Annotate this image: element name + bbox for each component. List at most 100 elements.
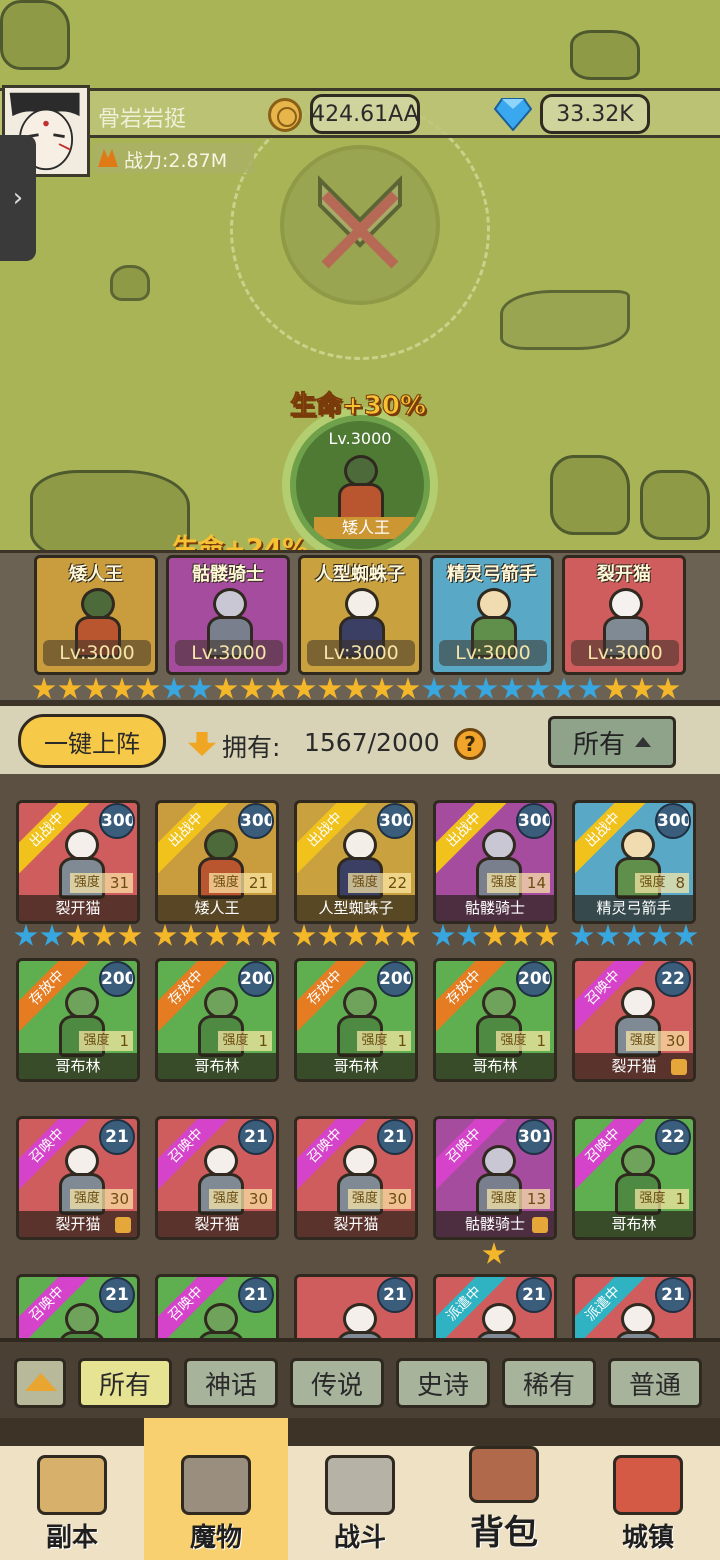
- lineup-slot[interactable]: 矮人王 Lv:3000: [34, 555, 158, 675]
- filter-dropdown[interactable]: 所有: [548, 716, 676, 768]
- star-icon: [509, 924, 533, 946]
- collapse-up-icon[interactable]: [14, 1358, 66, 1408]
- side-drawer-toggle[interactable]: ›: [0, 135, 36, 261]
- bottom-nav: 副本 魔物 战斗 背包 城镇: [0, 1418, 720, 1560]
- level-badge: 2001: [99, 961, 135, 997]
- strength-tag: 强度 30: [208, 1189, 272, 1209]
- featured-monster-portrait: Lv.3000 矮人王: [290, 415, 430, 555]
- star-icon: [535, 924, 559, 946]
- monster-card[interactable]: 召唤中 22 强度 1 哥布林: [572, 1116, 696, 1240]
- nav-backpack[interactable]: 背包: [432, 1446, 576, 1560]
- level-badge: 21: [238, 1119, 274, 1155]
- tab-common[interactable]: 普通: [608, 1358, 702, 1408]
- monster-figure: [329, 1303, 391, 1338]
- nav-label: 战斗: [333, 1523, 386, 1553]
- star-icon: [153, 924, 177, 946]
- tab-mythic[interactable]: 神话: [184, 1358, 278, 1408]
- strength-tag: 强度 13: [486, 1189, 550, 1209]
- monster-grid[interactable]: 出战中3000强度31裂开猫出战中3000强度21矮人王出战中3000强度22人…: [0, 774, 720, 1338]
- monster-card[interactable]: 召唤中 22 强度 30 裂开猫: [572, 958, 696, 1082]
- strength-label: 强度: [83, 1033, 110, 1048]
- monster-card[interactable]: 召唤中 21 强度 30 裂开猫: [294, 1116, 418, 1240]
- player-header: 骨岩岩挺 424.61AA 33.32K 战力:2.87M: [0, 85, 720, 177]
- arrow-down-icon: [188, 732, 216, 756]
- star-icon: [162, 677, 186, 699]
- auto-deploy-button[interactable]: 一键上阵: [18, 714, 166, 768]
- monster-card[interactable]: 存放中2001强度1哥布林: [155, 958, 279, 1082]
- star-icon: [40, 924, 64, 946]
- strength-tag: 强度 30: [347, 1189, 411, 1209]
- slot-level: Lv:3000: [43, 640, 151, 666]
- monster-card[interactable]: 召唤中 21: [155, 1274, 279, 1338]
- featured-name: 矮人王: [314, 517, 418, 539]
- strength-value: 30: [109, 1190, 129, 1208]
- gold-coin-icon: [268, 98, 302, 132]
- monster-card[interactable]: 召唤中 21: [16, 1274, 140, 1338]
- monster-card[interactable]: 召唤中 21 强度 30 裂开猫: [155, 1116, 279, 1240]
- nav-dungeon[interactable]: 副本: [0, 1446, 144, 1560]
- star-icon: [231, 924, 255, 946]
- nav-label: 背包: [470, 1513, 538, 1553]
- strength-label: 强度: [73, 875, 100, 890]
- star-icon: [448, 677, 472, 699]
- star-icon: [656, 677, 680, 699]
- strength-value: 14: [526, 874, 546, 892]
- lineup-slot[interactable]: 人型蜘蛛子 Lv:3000: [298, 555, 422, 675]
- tab-legendary[interactable]: 传说: [290, 1358, 384, 1408]
- tab-epic[interactable]: 史诗: [396, 1358, 490, 1408]
- star-icon: [474, 677, 498, 699]
- star-icon: [500, 677, 524, 699]
- tab-rare[interactable]: 稀有: [502, 1358, 596, 1408]
- help-icon[interactable]: ?: [454, 728, 486, 760]
- monster-card[interactable]: 存放中2001强度1哥布林: [294, 958, 418, 1082]
- strength-label: 强度: [351, 1191, 378, 1206]
- monster-figure: [607, 1303, 669, 1338]
- level-badge: 2001: [238, 961, 274, 997]
- lineup-slot[interactable]: 骷髅骑士 Lv:3000: [166, 555, 290, 675]
- strength-value: 1: [397, 1032, 407, 1050]
- monster-card[interactable]: 召唤中 301 强度 13 骷髅骑士: [433, 1116, 557, 1240]
- monster-card[interactable]: 出战中3000强度31裂开猫: [16, 800, 140, 924]
- strength-tag: 强度 14: [486, 873, 550, 893]
- map-rock: [30, 470, 190, 560]
- strength-label: 强度: [629, 1033, 656, 1048]
- nav-town[interactable]: 城镇: [576, 1446, 720, 1560]
- monster-card[interactable]: 派遣中 21: [433, 1274, 557, 1338]
- star-icon: [630, 677, 654, 699]
- lineup-slot[interactable]: 裂开猫 Lv:3000: [562, 555, 686, 675]
- figure-body: [476, 1331, 522, 1338]
- nav-monsters[interactable]: 魔物: [144, 1418, 288, 1560]
- level-badge: 301: [516, 1119, 552, 1155]
- monster-card[interactable]: 21: [294, 1274, 418, 1338]
- monster-card[interactable]: 存放中2001强度1哥布林: [16, 958, 140, 1082]
- star-icon: [84, 677, 108, 699]
- star-icon: [596, 924, 620, 946]
- figure-body: [59, 1331, 105, 1338]
- monster-card[interactable]: 出战中3000强度21矮人王: [155, 800, 279, 924]
- strength-label: 强度: [222, 1033, 249, 1048]
- star-icon: [370, 924, 394, 946]
- monster-card[interactable]: 出战中3000强度14骷髅骑士: [433, 800, 557, 924]
- strength-value: 21: [248, 874, 268, 892]
- monster-card[interactable]: 出战中3000强度8精灵弓箭手: [572, 800, 696, 924]
- monster-card[interactable]: 召唤中 21 强度 30 裂开猫: [16, 1116, 140, 1240]
- monster-card[interactable]: 存放中2001强度1哥布林: [433, 958, 557, 1082]
- star-icon: [396, 924, 420, 946]
- star-icon: [179, 924, 203, 946]
- strength-tag: 强度 22: [347, 873, 411, 893]
- monster-helmet-icon: [181, 1455, 251, 1515]
- tab-all[interactable]: 所有: [78, 1358, 172, 1408]
- card-name: 人型蜘蛛子: [297, 895, 415, 921]
- lineup-slot[interactable]: 精灵弓箭手 Lv:3000: [430, 555, 554, 675]
- slot-name: 人型蜘蛛子: [315, 564, 405, 585]
- slot-name: 裂开猫: [597, 564, 651, 585]
- strength-tag: 强度 1: [357, 1031, 411, 1051]
- monster-card[interactable]: 出战中3000强度22人型蜘蛛子: [294, 800, 418, 924]
- lineup-stars: [32, 677, 680, 701]
- strength-value: 30: [665, 1032, 685, 1050]
- map-rock: [0, 0, 70, 70]
- filter-label: 所有: [572, 729, 625, 760]
- nav-battle[interactable]: 战斗: [288, 1446, 432, 1560]
- monster-card[interactable]: 派遣中 21: [572, 1274, 696, 1338]
- diamond-icon: [494, 98, 532, 131]
